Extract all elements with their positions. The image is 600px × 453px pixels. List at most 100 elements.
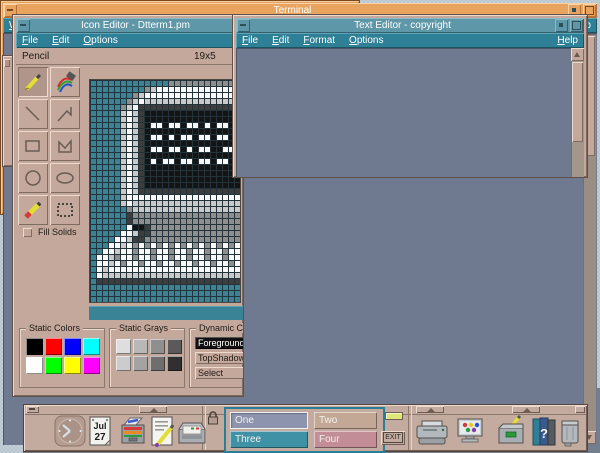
static-grays-label: Static Grays <box>116 323 171 333</box>
line-tool-button[interactable] <box>18 99 48 129</box>
menu-edit[interactable]: Edit <box>52 35 69 46</box>
color-swatch[interactable] <box>83 338 100 355</box>
subpanel-arrow-icon[interactable] <box>512 406 540 413</box>
clock-icon[interactable] <box>54 415 86 449</box>
polygon-tool-button[interactable] <box>50 131 80 161</box>
icon-editor-titlebar[interactable]: Icon Editor - Dtterm1.pm <box>16 18 240 33</box>
color-swatch[interactable] <box>150 339 165 354</box>
panel-menu-button[interactable] <box>575 406 585 413</box>
polygon-icon <box>54 135 76 157</box>
static-colors-swatches <box>26 338 100 374</box>
calendar-day: 27 <box>94 432 106 443</box>
scrollbar-thumb[interactable] <box>572 62 583 142</box>
topshadow-button[interactable]: TopShadow <box>195 352 244 364</box>
color-swatch[interactable] <box>133 339 148 354</box>
pencil-tool-button[interactable] <box>18 67 48 97</box>
foreground-button[interactable]: Foreground <box>195 337 244 349</box>
text-editor-content[interactable] <box>236 48 571 177</box>
text-note-icon[interactable] <box>149 415 177 449</box>
minimize-icon[interactable] <box>555 19 568 32</box>
color-swatch[interactable] <box>133 356 148 371</box>
icon-editor-menubar: File Edit Options <box>16 33 240 48</box>
window-menu-icon[interactable] <box>237 19 250 32</box>
menu-options[interactable]: Options <box>349 35 383 46</box>
static-colors-group: Static Colors <box>19 328 105 388</box>
menu-edit[interactable]: Edit <box>272 35 289 46</box>
circle-tool-button[interactable] <box>18 163 48 193</box>
workspace-four-button[interactable]: Four <box>314 431 377 448</box>
lock-icon[interactable] <box>206 410 220 426</box>
text-editor-titlebar[interactable]: Text Editor - copyright <box>236 18 584 33</box>
color-swatch[interactable] <box>64 338 81 355</box>
fill-solids-label: Fill Solids <box>38 227 77 237</box>
exit-label: EXIT <box>383 432 403 443</box>
tool-palette <box>18 67 82 225</box>
ellipse-icon <box>54 167 76 189</box>
current-tool-label: Pencil <box>22 51 49 62</box>
circle-icon <box>22 167 44 189</box>
menu-format[interactable]: Format <box>303 35 335 46</box>
static-grays-group: Static Grays <box>109 328 185 388</box>
calendar-icon[interactable]: Jul 27 <box>88 415 112 449</box>
window-menu-icon[interactable] <box>17 19 30 32</box>
color-swatch[interactable] <box>64 357 81 374</box>
subpanel-arrow-icon[interactable] <box>139 406 167 413</box>
icon-editor-statusbar: Pencil 19x5 <box>16 48 240 65</box>
menu-file[interactable]: File <box>242 35 258 46</box>
trash-icon[interactable] <box>556 415 584 449</box>
select-icon <box>54 199 76 221</box>
color-swatch[interactable] <box>26 338 43 355</box>
file-manager-icon[interactable] <box>116 415 148 449</box>
polyline-tool-button[interactable] <box>50 99 80 129</box>
color-swatch[interactable] <box>26 357 43 374</box>
workspace-three-button[interactable]: Three <box>230 431 308 448</box>
workspace-two-button[interactable]: Two <box>314 412 377 429</box>
menu-options[interactable]: Options <box>83 35 117 46</box>
text-editor-title: Text Editor - copyright <box>251 20 554 31</box>
panel-divider <box>408 406 412 450</box>
color-swatch[interactable] <box>116 339 131 354</box>
fill-solids-checkbox[interactable] <box>23 228 32 237</box>
printer-icon[interactable] <box>414 415 450 449</box>
line-icon <box>22 103 44 125</box>
eraser-tool-button[interactable] <box>18 195 48 225</box>
menu-file[interactable]: File <box>22 35 38 46</box>
workspace-one-button[interactable]: One <box>230 412 308 429</box>
flood-fill-icon <box>54 71 76 93</box>
help-glyph: ? <box>540 426 548 441</box>
color-swatch[interactable] <box>167 339 182 354</box>
maximize-icon[interactable] <box>570 19 583 32</box>
color-swatch[interactable] <box>45 357 62 374</box>
color-swatch[interactable] <box>150 356 165 371</box>
exit-button[interactable]: EXIT <box>381 431 405 445</box>
mail-icon[interactable] <box>176 415 208 449</box>
color-swatch[interactable] <box>45 338 62 355</box>
color-swatch[interactable] <box>83 357 100 374</box>
subpanel-arrow-icon[interactable] <box>416 406 444 413</box>
rectangle-icon <box>22 135 44 157</box>
ellipse-tool-button[interactable] <box>50 163 80 193</box>
color-swatch[interactable] <box>116 356 131 371</box>
color-swatch[interactable] <box>167 356 182 371</box>
fill-solids-option[interactable]: Fill Solids <box>23 227 77 237</box>
select-color-button[interactable]: Select <box>195 367 244 379</box>
busy-light <box>386 413 402 419</box>
workspace-switch: One Two Three Four <box>224 407 385 453</box>
menu-help[interactable]: Help <box>557 35 578 46</box>
style-manager-icon[interactable] <box>454 415 490 449</box>
icon-editor-window: Icon Editor - Dtterm1.pm File Edit Optio… <box>12 14 244 397</box>
scroll-up-icon[interactable] <box>571 48 584 61</box>
panel-minimize-button[interactable] <box>26 406 39 413</box>
help-icon[interactable]: ? <box>529 415 559 449</box>
select-tool-button[interactable] <box>50 195 80 225</box>
icon-editor-title: Icon Editor - Dtterm1.pm <box>31 20 240 31</box>
applications-icon[interactable] <box>494 415 528 449</box>
rectangle-tool-button[interactable] <box>18 131 48 161</box>
text-editor-scrollbar[interactable] <box>571 48 584 177</box>
eraser-icon <box>22 199 44 221</box>
canvas-overflow-strip <box>89 306 243 320</box>
pixel-canvas[interactable] <box>89 79 241 303</box>
polyline-icon <box>54 103 76 125</box>
flood-fill-tool-button[interactable] <box>50 67 80 97</box>
static-colors-label: Static Colors <box>26 323 83 333</box>
